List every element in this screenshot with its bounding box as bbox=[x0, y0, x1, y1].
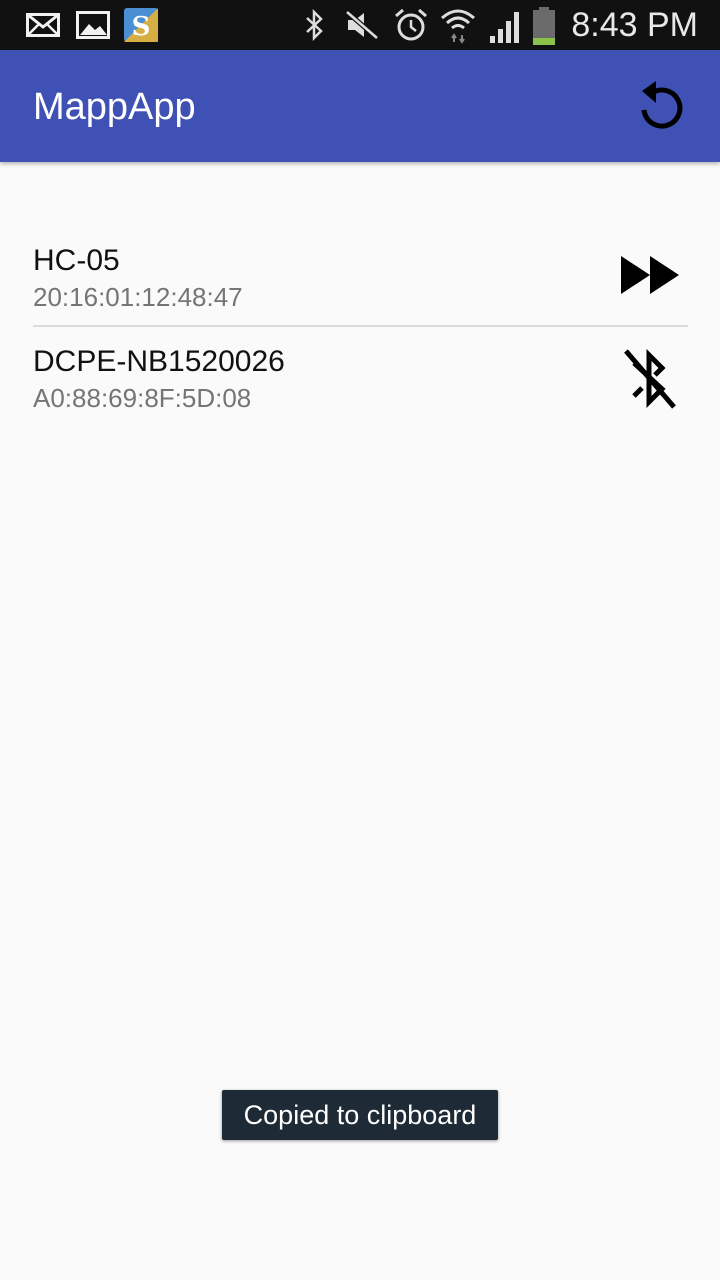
device-name: DCPE-NB1520026 bbox=[33, 345, 285, 378]
device-name: HC-05 bbox=[33, 244, 120, 277]
connect-button[interactable] bbox=[614, 239, 686, 311]
device-address: A0:88:69:8F:5D:08 bbox=[33, 383, 252, 413]
bluetooth-disabled-icon bbox=[624, 348, 676, 409]
refresh-icon bbox=[641, 81, 683, 129]
device-row-dcpe-nb1520026[interactable]: DCPE-NB1520026 A0:88:69:8F:5D:08 bbox=[0, 343, 720, 443]
list-divider bbox=[33, 325, 688, 327]
device-address: 20:16:01:12:48:47 bbox=[33, 282, 243, 312]
bluetooth-icon bbox=[306, 9, 323, 41]
mail-icon bbox=[26, 13, 60, 37]
app-title: MappApp bbox=[33, 86, 196, 128]
s-app-icon: S bbox=[124, 8, 158, 42]
status-bar: S 8:43 PM bbox=[0, 0, 720, 50]
alarm-icon bbox=[395, 8, 427, 41]
signal-icon bbox=[490, 12, 519, 43]
bluetooth-disabled-button[interactable] bbox=[614, 343, 686, 415]
refresh-button[interactable] bbox=[628, 72, 696, 140]
device-row-hc-05[interactable]: HC-05 20:16:01:12:48:47 bbox=[0, 242, 720, 342]
svg-text:S: S bbox=[132, 12, 151, 42]
fast-forward-icon bbox=[621, 256, 679, 294]
mute-icon bbox=[345, 10, 379, 40]
battery-icon bbox=[533, 7, 555, 45]
status-time: 8:43 PM bbox=[571, 6, 698, 44]
toast-message: Copied to clipboard bbox=[222, 1090, 498, 1140]
app-bar: MappApp bbox=[0, 50, 720, 162]
wifi-icon bbox=[441, 9, 475, 44]
gallery-icon bbox=[76, 11, 110, 39]
